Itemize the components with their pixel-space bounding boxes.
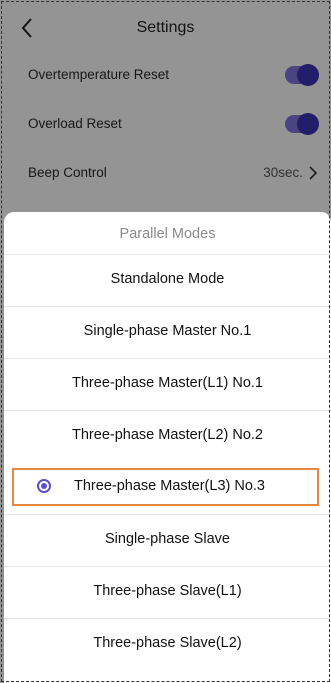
option-single-phase-slave[interactable]: Single-phase Slave: [4, 514, 331, 566]
option-standalone-mode[interactable]: Standalone Mode: [4, 254, 331, 306]
option-three-phase-slave-l2[interactable]: Three-phase Slave(L2): [4, 618, 331, 670]
radio-selected-icon: [37, 479, 51, 493]
option-label: Three-phase Slave(L1): [93, 583, 242, 599]
option-three-phase-master-l2[interactable]: Three-phase Master(L2) No.2: [4, 410, 331, 462]
option-label: Single-phase Slave: [105, 531, 230, 547]
option-label: Single-phase Master No.1: [83, 323, 252, 339]
option-label: Three-phase Master(L3) No.3: [74, 478, 265, 494]
option-single-phase-master-no1[interactable]: Single-phase Master No.1: [4, 306, 331, 358]
option-three-phase-master-l1[interactable]: Three-phase Master(L1) No.1: [4, 358, 331, 410]
screen: Settings Overtemperature Reset Overload …: [0, 0, 331, 683]
option-label: Three-phase Master(L2) No.2: [72, 427, 263, 443]
option-label: Three-phase Master(L1) No.1: [72, 375, 263, 391]
sheet-title: Parallel Modes: [119, 226, 216, 242]
parallel-modes-sheet: Parallel Modes Standalone Mode Single-ph…: [4, 212, 331, 683]
option-three-phase-slave-l1[interactable]: Three-phase Slave(L1): [4, 566, 331, 618]
option-label: Three-phase Slave(L2): [93, 635, 242, 651]
option-label: Standalone Mode: [110, 271, 225, 287]
option-three-phase-master-l3[interactable]: Three-phase Master(L3) No.3: [4, 462, 331, 514]
